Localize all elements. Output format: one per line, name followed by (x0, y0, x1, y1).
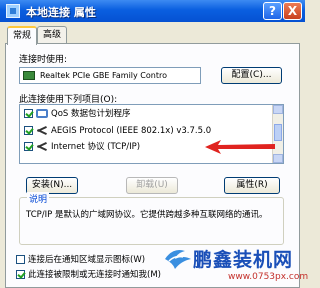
red-arrow-icon (205, 140, 275, 154)
watermark-title: 鹏鑫装机网 (193, 249, 294, 271)
window-title: 本地连接 属性 (26, 6, 96, 19)
list-item-tcpip[interactable]: Internet 协议 (TCP/IP) (24, 141, 140, 154)
show-icon-label: 连接后在通知区域显示图标(W) (28, 255, 146, 265)
tcpip-label: Internet 协议 (TCP/IP) (51, 142, 141, 152)
notify-label: 此连接被限制或无连接时通知我(M) (28, 270, 161, 280)
aegis-checkbox[interactable] (24, 126, 33, 135)
description-title: 说明 (27, 192, 50, 205)
qos-icon (36, 109, 48, 118)
close-button[interactable]: X (283, 2, 302, 20)
connect-using-label: 连接时使用: (19, 55, 68, 65)
aegis-label: AEGIS Protocol (IEEE 802.1x) v3.7.5.0 (51, 126, 212, 136)
protocol-icon (36, 126, 48, 135)
qos-label: QoS 数据包计划程序 (51, 109, 131, 119)
adapter-name: Realtek PCIe GBE Family Contro (40, 71, 167, 80)
tab-advanced[interactable]: 高级 (37, 26, 67, 43)
watermark-logo-icon (165, 250, 191, 269)
scroll-thumb[interactable] (274, 124, 282, 141)
show-icon-option[interactable]: 连接后在通知区域显示图标(W) (16, 253, 145, 265)
scroll-down-arrow-icon[interactable] (273, 154, 283, 163)
uninstall-button: 卸载(U) (126, 177, 178, 194)
description-text: TCP/IP 是默认的广域网协议。它提供跨越多种互联网络的通讯。 (26, 210, 268, 220)
help-button[interactable]: ? (263, 2, 282, 20)
notify-checkbox[interactable] (16, 270, 25, 279)
network-adapter-icon (23, 71, 35, 80)
description-group (19, 197, 284, 245)
title-bar: 本地连接 属性 ? X (0, 0, 305, 22)
configure-button[interactable]: 配置(C)... (221, 67, 282, 84)
scroll-up-arrow-icon[interactable] (273, 105, 283, 114)
network-connection-icon (6, 4, 20, 18)
properties-button[interactable]: 属性(R) (224, 177, 280, 194)
qos-checkbox[interactable] (24, 109, 33, 118)
adapter-field: Realtek PCIe GBE Family Contro (19, 67, 201, 84)
components-list[interactable]: QoS 数据包计划程序 AEGIS Protocol (IEEE 802.1x)… (19, 104, 284, 164)
list-item-qos[interactable]: QoS 数据包计划程序 (24, 108, 131, 121)
list-scrollbar[interactable] (272, 105, 283, 163)
show-icon-checkbox[interactable] (16, 255, 25, 264)
list-item-aegis[interactable]: AEGIS Protocol (IEEE 802.1x) v3.7.5.0 (24, 125, 211, 138)
watermark-url: www.0753px.com (228, 272, 309, 282)
tab-general[interactable]: 常规 (7, 26, 37, 45)
tcpip-checkbox[interactable] (24, 142, 33, 151)
notify-option[interactable]: 此连接被限制或无连接时通知我(M) (16, 268, 161, 280)
protocol-icon (36, 142, 48, 151)
